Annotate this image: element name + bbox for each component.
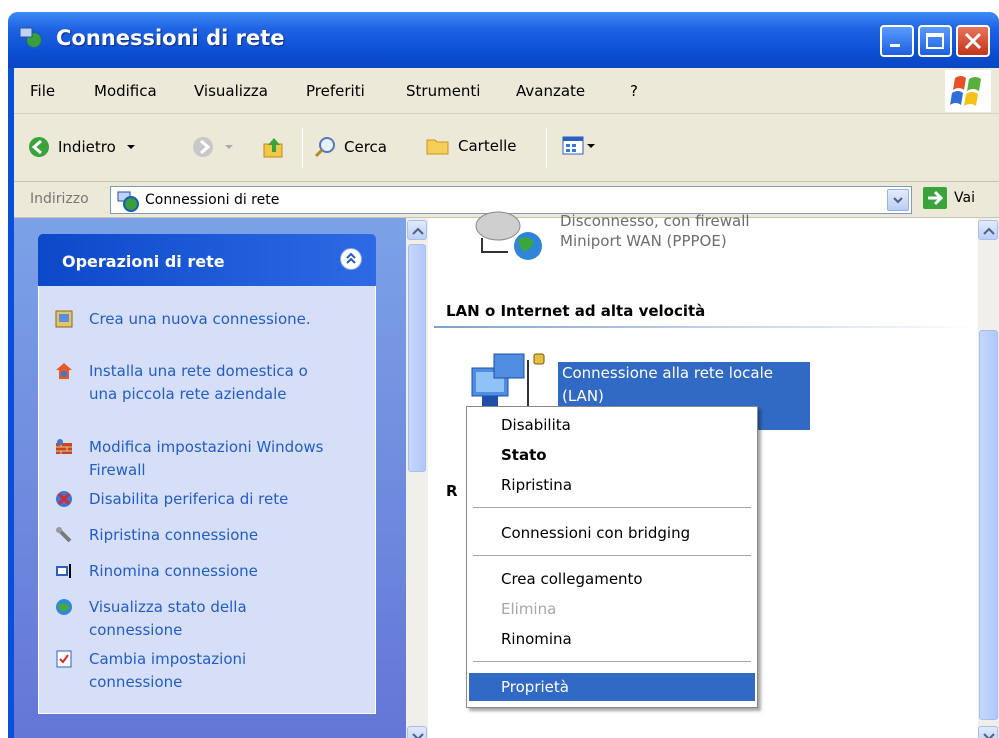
- new-connection-icon: [55, 310, 73, 328]
- views-button[interactable]: [562, 136, 596, 156]
- wan-connection-icon[interactable]: [468, 208, 548, 268]
- chevron-down-icon: [412, 733, 424, 738]
- menu-item-delete: Elimina: [501, 600, 557, 618]
- network-tasks-list: Crea una nuova connessione. Installa una…: [38, 286, 376, 714]
- folders-button[interactable]: Cartelle: [426, 136, 517, 156]
- task-change-settings[interactable]: Cambia impostazioni connessione: [55, 648, 339, 694]
- menu-help[interactable]: ?: [630, 82, 638, 100]
- firewall-icon: [56, 439, 72, 454]
- scroll-up-button[interactable]: [407, 220, 427, 240]
- scroll-down-button[interactable]: [407, 726, 427, 738]
- chevron-up-icon: [983, 227, 995, 235]
- close-button[interactable]: [956, 25, 990, 57]
- menu-separator: [473, 507, 751, 508]
- toolbar: Indietro Cerca Cartelle: [14, 114, 999, 182]
- remote-group-heading: R: [446, 482, 458, 500]
- scroll-thumb[interactable]: [979, 330, 998, 720]
- menu-item-repair[interactable]: Ripristina: [469, 471, 755, 499]
- menu-separator: [473, 555, 751, 556]
- menu-view[interactable]: Visualizza: [194, 82, 268, 100]
- folder-icon: [426, 139, 449, 155]
- wan-device-text: Miniport WAN (PPPOE): [560, 232, 727, 250]
- windows-logo-icon: [945, 70, 991, 112]
- properties-icon: [56, 650, 72, 668]
- network-tasks-panel: Operazioni di rete Crea una nuova connes…: [38, 234, 376, 714]
- menu-item-disable[interactable]: Disabilita: [469, 411, 755, 439]
- menu-item-status[interactable]: Stato: [469, 441, 755, 469]
- task-new-connection[interactable]: Crea una nuova connessione.: [55, 308, 339, 331]
- disable-device-icon: [56, 491, 72, 507]
- scroll-up-button[interactable]: [978, 220, 998, 240]
- window-title: Connessioni di rete: [56, 26, 285, 50]
- back-button[interactable]: Indietro: [28, 136, 136, 158]
- views-icon: [562, 136, 584, 155]
- go-arrow-icon: [923, 187, 947, 209]
- maximize-button[interactable]: [918, 25, 952, 57]
- address-label: Indirizzo: [30, 191, 89, 207]
- task-firewall-settings[interactable]: Modifica impostazioni Windows Firewall: [55, 436, 339, 482]
- minimize-button[interactable]: [880, 25, 914, 57]
- chevron-down-icon: [983, 733, 995, 738]
- menu-advanced[interactable]: Avanzate: [516, 82, 585, 100]
- task-view-status[interactable]: Visualizza stato della connessione: [55, 596, 339, 642]
- chevron-down-icon: [587, 144, 595, 148]
- menu-file[interactable]: File: [30, 82, 55, 100]
- lan-group-divider: [434, 326, 978, 328]
- folder-up-icon: [263, 138, 283, 158]
- context-menu: Disabilita Stato Ripristina Connessioni …: [466, 406, 758, 708]
- address-dropdown-button[interactable]: [887, 189, 909, 211]
- task-home-network[interactable]: Installa una rete domestica o una piccol…: [55, 360, 339, 406]
- wan-status-text: Disconnesso, con firewall: [560, 212, 750, 230]
- collapse-button[interactable]: [340, 248, 362, 270]
- chevron-down-icon: [225, 145, 233, 149]
- go-button[interactable]: Vai: [922, 186, 975, 210]
- network-tasks-title: Operazioni di rete: [62, 252, 225, 271]
- home-network-icon: [56, 363, 72, 379]
- address-value: Connessioni di rete: [145, 192, 280, 208]
- menu-separator: [473, 661, 751, 662]
- back-arrow-icon: [29, 137, 49, 157]
- task-repair-connection[interactable]: Ripristina connessione: [55, 524, 339, 547]
- content-scrollbar[interactable]: [978, 218, 999, 738]
- lan-connection-label[interactable]: Connessione alla rete locale (LAN): [558, 362, 810, 408]
- menu-edit[interactable]: Modifica: [94, 82, 157, 100]
- chevron-up-icon: [346, 252, 356, 264]
- scroll-thumb[interactable]: [408, 244, 426, 472]
- network-connections-icon: [19, 27, 43, 49]
- menu-item-properties[interactable]: Proprietà: [469, 673, 755, 701]
- menu-item-create-shortcut[interactable]: Crea collegamento: [469, 565, 755, 593]
- menu-bar: File Modifica Visualizza Preferiti Strum…: [14, 68, 999, 114]
- lan-group-heading: LAN o Internet ad alta velocità: [446, 302, 706, 320]
- menu-item-bridge[interactable]: Connessioni con bridging: [469, 519, 755, 547]
- forward-arrow-icon: [193, 137, 213, 157]
- rename-icon: [56, 564, 71, 578]
- task-pane-scrollbar[interactable]: [406, 218, 428, 738]
- task-disable-device[interactable]: Disabilita periferica di rete: [55, 488, 339, 511]
- task-pane: Operazioni di rete Crea una nuova connes…: [14, 218, 406, 738]
- search-icon: [314, 137, 335, 158]
- up-folder-button[interactable]: [262, 136, 286, 160]
- search-button[interactable]: Cerca: [314, 136, 387, 158]
- menu-tools[interactable]: Strumenti: [406, 82, 480, 100]
- status-icon: [56, 599, 72, 615]
- network-connections-icon: [117, 191, 139, 212]
- menu-item-rename[interactable]: Rinomina: [469, 625, 755, 653]
- scroll-down-button[interactable]: [978, 726, 998, 738]
- menu-favorites[interactable]: Preferiti: [306, 82, 365, 100]
- chevron-down-icon: [126, 145, 135, 149]
- chevron-down-icon: [893, 197, 903, 204]
- forward-button[interactable]: [192, 136, 234, 158]
- task-rename-connection[interactable]: Rinomina connessione: [55, 560, 339, 583]
- title-bar[interactable]: Connessioni di rete: [8, 12, 999, 68]
- chevron-up-icon: [412, 227, 424, 235]
- repair-icon: [56, 527, 72, 543]
- network-tasks-header[interactable]: Operazioni di rete: [38, 234, 376, 286]
